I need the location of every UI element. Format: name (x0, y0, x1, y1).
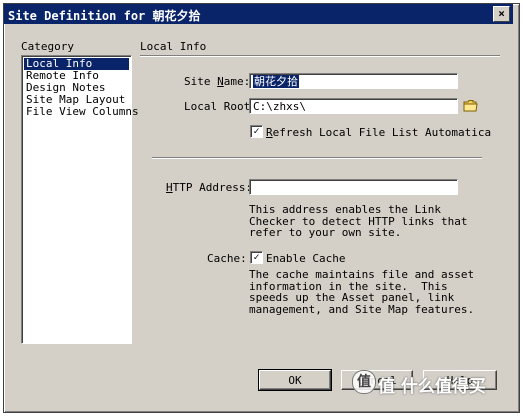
http-address-field[interactable] (249, 179, 458, 195)
panel-header: Local Info (140, 40, 207, 53)
enable-cache-label: Enable Cache (266, 252, 346, 265)
category-list[interactable]: Local Info Remote Info Design Notes Site… (21, 55, 139, 344)
site-name-label: Site Name: (184, 75, 251, 88)
http-address-note: This address enables the Link Checker to… (249, 203, 468, 239)
category-header: Category (21, 40, 74, 53)
local-root-label: Local Root (184, 100, 251, 113)
cache-label: Cache: (207, 252, 247, 265)
title-bar[interactable]: Site Definition for 朝花夕拾 × (4, 4, 513, 24)
local-root-field[interactable]: C:\zhxs\ (249, 98, 458, 114)
cache-note: The cache maintains file and asset infor… (249, 268, 475, 316)
refresh-checkbox[interactable]: ✓ (250, 125, 263, 138)
watermark: 值 什么值得买 (378, 377, 486, 397)
watermark-logo-icon: 值 (352, 370, 376, 394)
header-divider (140, 55, 500, 57)
category-item-file-view-columns[interactable]: File View Columns (24, 106, 141, 118)
site-name-value: 朝花夕拾 (253, 75, 299, 88)
ok-button[interactable]: OK (258, 369, 332, 391)
enable-cache-checkbox[interactable]: ✓ (250, 251, 263, 264)
section-divider (152, 157, 482, 159)
http-address-label: HTTP Address: (166, 181, 253, 194)
site-name-field[interactable]: 朝花夕拾 (249, 73, 458, 89)
dialog-title: Site Definition for 朝花夕拾 (8, 9, 201, 23)
refresh-checkbox-label: Refresh Local File List Automatica (266, 126, 492, 139)
close-button[interactable]: × (493, 6, 510, 22)
folder-icon[interactable] (463, 99, 478, 112)
